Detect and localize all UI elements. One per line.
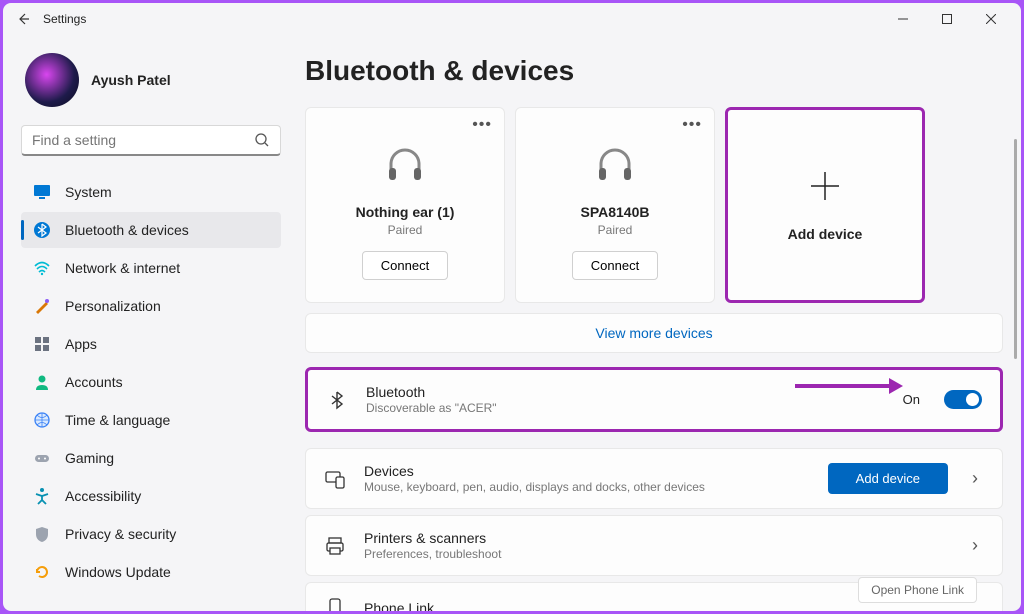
devices-row[interactable]: Devices Mouse, keyboard, pen, audio, dis… — [305, 448, 1003, 509]
settings-window: Settings Ayush Patel System — [3, 3, 1021, 611]
monitor-icon — [33, 183, 51, 201]
avatar — [25, 53, 79, 107]
window-title: Settings — [43, 12, 86, 26]
nav-label: Time & language — [65, 412, 170, 428]
close-button[interactable] — [969, 5, 1013, 33]
row-subtitle: Preferences, troubleshoot — [364, 547, 948, 561]
nav-label: Windows Update — [65, 564, 171, 580]
nav-item-bluetooth[interactable]: Bluetooth & devices — [21, 212, 281, 248]
device-status: Paired — [598, 223, 633, 237]
add-device-label: Add device — [788, 226, 863, 242]
bluetooth-icon — [326, 389, 348, 411]
minimize-button[interactable] — [881, 5, 925, 33]
chevron-right-icon[interactable]: › — [966, 468, 984, 489]
device-menu-button[interactable]: ••• — [682, 116, 702, 134]
nav-item-system[interactable]: System — [21, 174, 281, 210]
nav-item-update[interactable]: Windows Update — [21, 554, 281, 590]
bluetooth-subtitle: Discoverable as "ACER" — [366, 401, 885, 415]
printer-icon — [324, 535, 346, 557]
nav-item-personalization[interactable]: Personalization — [21, 288, 281, 324]
device-menu-button[interactable]: ••• — [472, 116, 492, 134]
nav-label: Personalization — [65, 298, 161, 314]
back-button[interactable] — [11, 7, 35, 31]
connect-button[interactable]: Connect — [362, 251, 448, 280]
device-name: Nothing ear (1) — [356, 204, 455, 220]
update-icon — [33, 563, 51, 581]
chevron-right-icon[interactable]: › — [966, 535, 984, 556]
nav-label: Accounts — [65, 374, 123, 390]
nav-item-gaming[interactable]: Gaming — [21, 440, 281, 476]
open-phone-link-button[interactable]: Open Phone Link — [858, 577, 977, 603]
nav-label: Privacy & security — [65, 526, 176, 542]
profile[interactable]: Ayush Patel — [21, 43, 281, 125]
plus-icon — [807, 168, 843, 204]
nav-label: Bluetooth & devices — [65, 222, 189, 238]
device-name: SPA8140B — [580, 204, 649, 220]
nav-item-privacy[interactable]: Privacy & security — [21, 516, 281, 552]
connect-button[interactable]: Connect — [572, 251, 658, 280]
headphones-icon — [593, 142, 637, 186]
phone-icon — [324, 597, 346, 611]
apps-icon — [33, 335, 51, 353]
device-status: Paired — [388, 223, 423, 237]
arrow-left-icon — [15, 11, 31, 27]
window-controls — [881, 5, 1013, 33]
profile-name: Ayush Patel — [91, 72, 171, 88]
close-icon — [986, 14, 996, 24]
nav-label: Accessibility — [65, 488, 141, 504]
nav-item-apps[interactable]: Apps — [21, 326, 281, 362]
row-title: Printers & scanners — [364, 530, 948, 546]
device-cards: ••• Nothing ear (1) Paired Connect ••• S… — [305, 107, 1003, 303]
headphones-icon — [383, 142, 427, 186]
nav-item-accessibility[interactable]: Accessibility — [21, 478, 281, 514]
minimize-icon — [898, 14, 908, 24]
bluetooth-toggle[interactable] — [944, 390, 982, 409]
search-icon — [254, 132, 270, 148]
row-text: Devices Mouse, keyboard, pen, audio, dis… — [364, 463, 810, 494]
nav-item-network[interactable]: Network & internet — [21, 250, 281, 286]
nav-label: System — [65, 184, 112, 200]
nav: System Bluetooth & devices Network & int… — [21, 174, 281, 590]
scrollbar[interactable] — [1014, 139, 1017, 359]
page-title: Bluetooth & devices — [305, 55, 1003, 87]
arrow-hint-icon — [795, 375, 905, 397]
brush-icon — [33, 297, 51, 315]
bluetooth-row: Bluetooth Discoverable as "ACER" On — [305, 367, 1003, 432]
add-device-card[interactable]: Add device — [725, 107, 925, 303]
add-device-button[interactable]: Add device — [828, 463, 948, 494]
printers-row[interactable]: Printers & scanners Preferences, trouble… — [305, 515, 1003, 576]
row-subtitle: Mouse, keyboard, pen, audio, displays an… — [364, 480, 810, 494]
devices-icon — [324, 468, 346, 490]
wifi-icon — [33, 259, 51, 277]
device-card: ••• Nothing ear (1) Paired Connect — [305, 107, 505, 303]
device-card: ••• SPA8140B Paired Connect — [515, 107, 715, 303]
toggle-state-label: On — [903, 392, 920, 407]
titlebar: Settings — [3, 3, 1021, 35]
bluetooth-icon — [33, 221, 51, 239]
accessibility-icon — [33, 487, 51, 505]
gamepad-icon — [33, 449, 51, 467]
main: Bluetooth & devices ••• Nothing ear (1) … — [293, 35, 1021, 611]
globe-icon — [33, 411, 51, 429]
person-icon — [33, 373, 51, 391]
body: Ayush Patel System Bluetooth & devices N… — [3, 35, 1021, 611]
search-input[interactable] — [32, 132, 254, 148]
nav-label: Gaming — [65, 450, 114, 466]
view-more-devices[interactable]: View more devices — [305, 313, 1003, 353]
shield-icon — [33, 525, 51, 543]
sidebar: Ayush Patel System Bluetooth & devices N… — [3, 35, 293, 611]
search-box[interactable] — [21, 125, 281, 156]
maximize-button[interactable] — [925, 5, 969, 33]
maximize-icon — [942, 14, 952, 24]
nav-label: Network & internet — [65, 260, 180, 276]
nav-item-time[interactable]: Time & language — [21, 402, 281, 438]
row-text: Printers & scanners Preferences, trouble… — [364, 530, 948, 561]
nav-label: Apps — [65, 336, 97, 352]
nav-item-accounts[interactable]: Accounts — [21, 364, 281, 400]
row-title: Devices — [364, 463, 810, 479]
